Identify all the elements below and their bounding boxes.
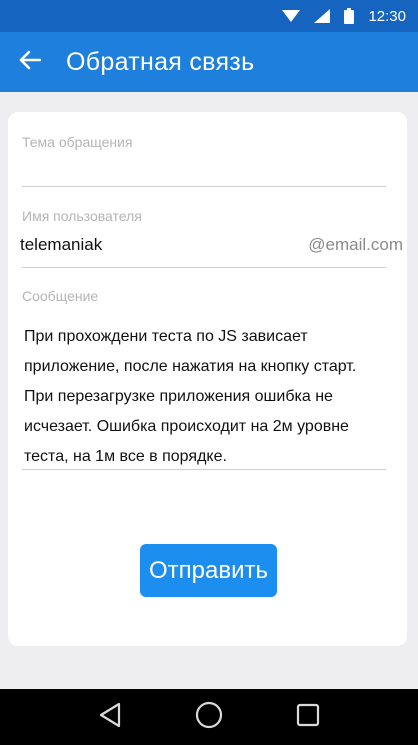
recents-square-icon <box>296 703 320 732</box>
app-bar: Обратная связь <box>0 32 418 92</box>
battery-icon <box>344 8 355 24</box>
username-label: Имя пользователя <box>22 208 142 224</box>
back-button[interactable] <box>0 32 60 92</box>
message-label: Сообщение <box>22 288 99 304</box>
wifi-icon <box>282 9 301 23</box>
signal-icon <box>314 9 331 23</box>
arrow-left-icon <box>19 50 42 75</box>
nav-back-button[interactable] <box>90 697 130 737</box>
back-triangle-icon <box>98 702 122 733</box>
nav-home-button[interactable] <box>189 697 229 737</box>
username-value: telemaniak <box>20 235 103 254</box>
send-button[interactable]: Отправить <box>140 544 277 597</box>
username-underline <box>22 267 386 268</box>
page-title: Обратная связь <box>66 47 255 76</box>
subject-underline <box>22 186 386 187</box>
nav-recents-button[interactable] <box>288 697 328 737</box>
subject-label: Тема обращения <box>22 134 133 150</box>
message-field[interactable]: При прохождени теста по JS зависает прил… <box>24 322 388 472</box>
status-time: 12:30 <box>368 7 406 25</box>
message-underline <box>22 469 386 470</box>
home-circle-icon <box>195 701 223 734</box>
feedback-form: Тема обращения Имя пользователя telemani… <box>8 112 407 646</box>
system-nav-bar <box>0 689 418 745</box>
status-bar: 12:30 <box>0 0 418 32</box>
subject-field[interactable] <box>22 156 386 186</box>
email-domain-suffix: @email.com <box>308 235 403 254</box>
